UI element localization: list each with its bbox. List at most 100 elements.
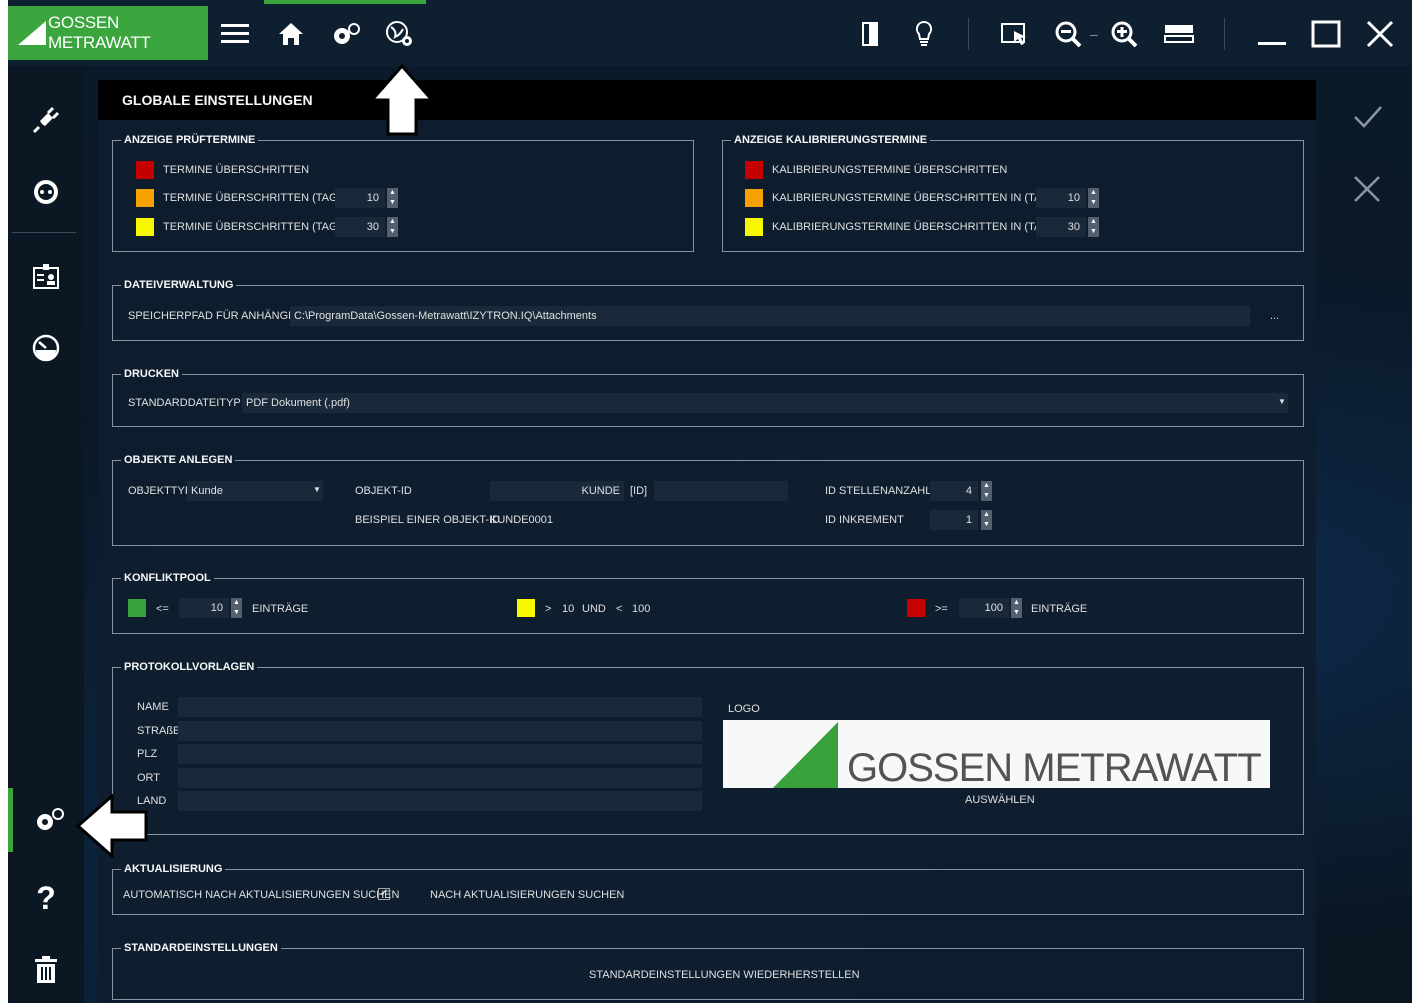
- restore-defaults-button[interactable]: STANDARDEINSTELLUNGEN WIEDERHERSTELLEN: [589, 969, 860, 981]
- operator-gt: >: [545, 603, 552, 615]
- maximize-icon[interactable]: [1310, 16, 1342, 52]
- group-title: ANZEIGE PRÜFTERMINE: [124, 134, 256, 146]
- spinner-icon[interactable]: ▲ ▼: [1088, 217, 1099, 237]
- group-title: STANDARDEINSTELLUNGEN: [124, 942, 278, 954]
- label: EINTRÄGE: [252, 603, 309, 615]
- object-type-select[interactable]: Kunde: [187, 481, 323, 501]
- color-swatch-yellow[interactable]: [136, 218, 154, 236]
- attachments-path-field[interactable]: C:\ProgramData\Gossen-Metrawatt\IZYTRON.…: [290, 306, 1250, 326]
- color-swatch-red[interactable]: [745, 161, 763, 179]
- label: PLZ: [137, 748, 158, 760]
- top-bar: GOSSEN METRAWATT –: [8, 0, 1412, 66]
- left-sidebar: ?: [8, 66, 84, 1003]
- object-id-prefix-field[interactable]: KUNDE: [490, 481, 624, 501]
- city-field[interactable]: [178, 768, 702, 788]
- group-title: DATEIVERWALTUNG: [124, 279, 234, 291]
- label: ORT: [137, 772, 161, 784]
- home-icon[interactable]: [276, 16, 306, 52]
- bulb-icon[interactable]: [912, 16, 936, 52]
- badge-icon[interactable]: [8, 244, 84, 308]
- trash-icon[interactable]: [8, 938, 84, 1002]
- operator-le: <=: [156, 603, 169, 615]
- select-logo-button[interactable]: AUSWÄHLEN: [965, 794, 1035, 806]
- label: KALIBRIERUNGSTERMINE ÜBERSCHRITTEN IN (T…: [772, 221, 1061, 233]
- group-title: OBJEKTE ANLEGEN: [124, 454, 233, 466]
- days-input[interactable]: 10: [335, 188, 385, 208]
- brand-logo: GOSSEN METRAWATT: [8, 6, 208, 60]
- tab-indicator: [264, 0, 372, 4]
- color-swatch-orange[interactable]: [136, 189, 154, 207]
- zoom-in-icon[interactable]: [1108, 16, 1142, 52]
- global-settings-icon[interactable]: [384, 16, 416, 52]
- days-input[interactable]: 10: [1036, 188, 1086, 208]
- select-icon[interactable]: [998, 16, 1032, 52]
- settings-icon[interactable]: [8, 788, 84, 852]
- cancel-icon[interactable]: [1352, 174, 1382, 212]
- label: TERMINE ÜBERSCHRITTEN: [163, 164, 310, 176]
- settings-panel: GLOBALE EINSTELLUNGEN ANZEIGE PRÜFTERMIN…: [98, 80, 1316, 1003]
- object-id-suffix-field[interactable]: [654, 481, 788, 501]
- check-updates-button[interactable]: NACH AKTUALISIERUNGEN SUCHEN: [430, 889, 624, 901]
- label: KALIBRIERUNGSTERMINE ÜBERSCHRITTEN IN (T…: [772, 192, 1061, 204]
- chevron-down-icon[interactable]: ▼: [1278, 397, 1286, 406]
- spinner-icon[interactable]: ▲ ▼: [981, 481, 992, 501]
- auto-update-checkbox[interactable]: ✓: [378, 888, 390, 900]
- label: AUTOMATISCH NACH AKTUALISIERUNGEN SUCHEN: [123, 889, 400, 901]
- group-title: PROTOKOLLVORLAGEN: [124, 661, 255, 673]
- app-window: GOSSEN METRAWATT – ? GLOBALE EINSTELLUNG…: [8, 0, 1412, 1003]
- threshold-low-input[interactable]: 10: [179, 598, 229, 618]
- label-und: UND: [582, 603, 606, 615]
- group-title: KONFLIKTPOOL: [124, 572, 211, 584]
- layout-icon[interactable]: [1162, 16, 1196, 52]
- color-swatch-red[interactable]: [907, 599, 925, 617]
- label: LOGO: [728, 703, 760, 715]
- label: KALIBRIERUNGSTERMINE ÜBERSCHRITTEN: [772, 164, 1008, 176]
- label: EINTRÄGE: [1031, 603, 1088, 615]
- days-input[interactable]: 30: [1036, 217, 1086, 237]
- page-title: GLOBALE EINSTELLUNGEN: [98, 80, 1316, 120]
- file-type-select[interactable]: PDF Dokument (.pdf): [242, 393, 1288, 413]
- help-icon[interactable]: ?: [8, 866, 84, 930]
- socket-icon[interactable]: [8, 160, 84, 224]
- label: TERMINE ÜBERSCHRITTEN (TAGE): [163, 221, 349, 233]
- name-field[interactable]: [178, 697, 702, 717]
- spinner-icon[interactable]: ▲ ▼: [387, 188, 398, 208]
- id-digits-input[interactable]: 4: [930, 481, 978, 501]
- days-input[interactable]: 30: [335, 217, 385, 237]
- zip-field[interactable]: [178, 744, 702, 764]
- logo-preview[interactable]: GOSSEN METRAWATT: [723, 720, 1270, 788]
- label: STRAßE: [137, 725, 181, 737]
- toolbar-divider: [968, 18, 969, 50]
- color-swatch-orange[interactable]: [745, 189, 763, 207]
- door-icon[interactable]: [858, 16, 882, 52]
- threshold-high-input[interactable]: 100: [959, 598, 1009, 618]
- spinner-icon[interactable]: ▲ ▼: [1011, 598, 1022, 618]
- id-increment-input[interactable]: 1: [930, 510, 978, 530]
- minimize-icon[interactable]: [1256, 16, 1288, 52]
- label: NAME: [137, 701, 169, 713]
- color-swatch-green[interactable]: [128, 599, 146, 617]
- spinner-icon[interactable]: ▲ ▼: [231, 598, 242, 618]
- zoom-out-icon[interactable]: [1052, 16, 1086, 52]
- spinner-icon[interactable]: ▲ ▼: [981, 510, 992, 530]
- color-swatch-yellow[interactable]: [517, 599, 535, 617]
- label: STANDARDDATEITYP: [128, 397, 241, 409]
- plug-icon[interactable]: [8, 88, 84, 152]
- gauge-icon[interactable]: [8, 316, 84, 380]
- label: TERMINE ÜBERSCHRITTEN (TAGE): [163, 192, 349, 204]
- close-icon[interactable]: [1364, 16, 1396, 52]
- settings-icon[interactable]: [330, 16, 362, 52]
- spinner-icon[interactable]: ▲ ▼: [1088, 188, 1099, 208]
- logo-text: GOSSEN METRAWATT: [847, 746, 1262, 788]
- street-field[interactable]: [178, 721, 702, 741]
- confirm-icon[interactable]: [1352, 102, 1384, 139]
- spinner-icon[interactable]: ▲ ▼: [387, 217, 398, 237]
- tab-indicator-active: [372, 0, 426, 4]
- chevron-down-icon[interactable]: ▼: [313, 485, 321, 494]
- color-swatch-red[interactable]: [136, 161, 154, 179]
- label: OBJEKTTYP: [128, 485, 193, 497]
- country-field[interactable]: [178, 791, 702, 811]
- menu-icon[interactable]: [220, 16, 250, 52]
- browse-button[interactable]: ...: [1270, 310, 1279, 322]
- color-swatch-yellow[interactable]: [745, 218, 763, 236]
